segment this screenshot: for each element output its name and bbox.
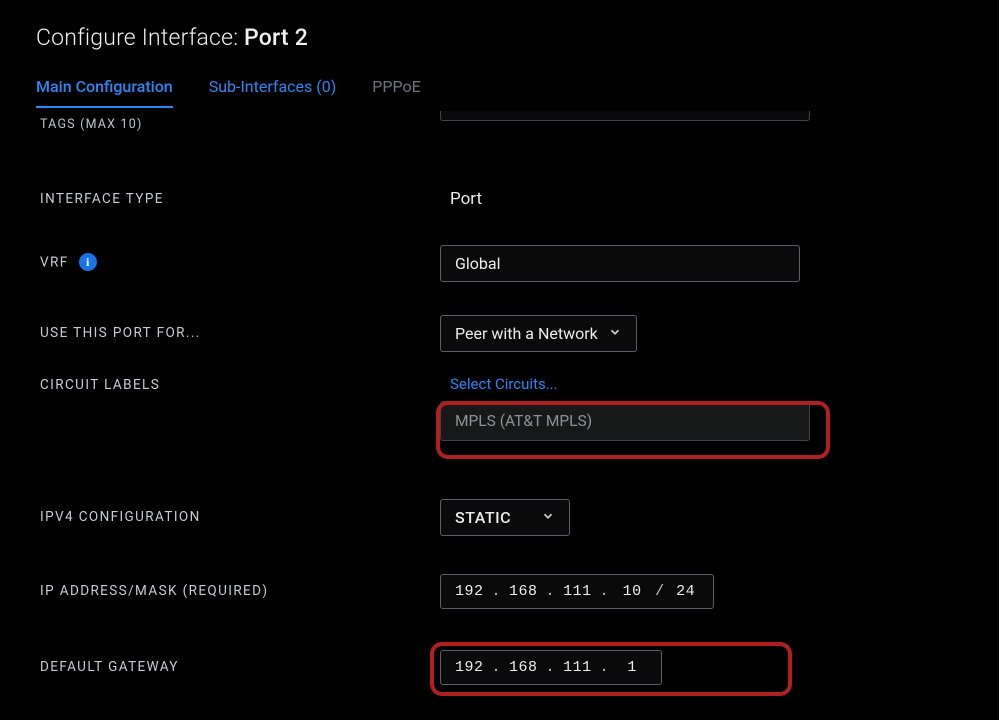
gw-octet-3[interactable]: 111: [563, 659, 592, 676]
ipv4-label: IPV4 CONFIGURATION: [40, 509, 440, 525]
ip-octet-2[interactable]: 168: [509, 583, 538, 600]
tab-pppoe[interactable]: PPPoE: [372, 77, 420, 108]
title-port: Port 2: [244, 24, 308, 51]
chevron-down-icon: [608, 324, 622, 343]
vrf-label: VRF i: [40, 254, 440, 272]
gw-octet-2[interactable]: 168: [509, 659, 538, 676]
ip-octet-4[interactable]: 10: [617, 583, 647, 600]
tabs: Main Configuration Sub-Interfaces (0) PP…: [36, 77, 963, 109]
page-title: Configure Interface: Port 2: [36, 24, 963, 51]
circuit-value[interactable]: MPLS (AT&T MPLS): [440, 401, 810, 441]
gw-input[interactable]: 192 . 168 . 111 . 1: [440, 650, 662, 685]
use-for-value: Peer with a Network: [455, 324, 598, 343]
tab-main[interactable]: Main Configuration: [36, 77, 173, 108]
title-prefix: Configure Interface:: [36, 24, 244, 51]
tab-sub-interfaces[interactable]: Sub-Interfaces (0): [209, 77, 337, 108]
ipv4-select[interactable]: STATIC: [440, 499, 570, 536]
ip-input[interactable]: 192 . 168 . 111 . 10 / 24: [440, 574, 714, 609]
gw-octet-1[interactable]: 192: [455, 659, 484, 676]
select-circuits-link[interactable]: Select Circuits...: [450, 375, 963, 393]
interface-type-label: INTERFACE TYPE: [40, 191, 440, 207]
tags-label: TAGS (MAX 10): [40, 117, 143, 132]
ip-mask[interactable]: 24: [673, 583, 699, 600]
vrf-select[interactable]: Global: [440, 245, 800, 282]
gw-octet-4[interactable]: 1: [617, 659, 647, 676]
tags-input[interactable]: [440, 111, 810, 121]
vrf-value: Global: [455, 254, 501, 273]
ip-label: IP ADDRESS/MASK (REQUIRED): [40, 583, 440, 599]
ip-octet-1[interactable]: 192: [455, 583, 484, 600]
ip-octet-3[interactable]: 111: [563, 583, 592, 600]
chevron-down-icon: [541, 508, 555, 527]
circuit-label: CIRCUIT LABELS: [40, 375, 440, 393]
interface-type-value: Port: [440, 189, 482, 209]
gw-label: DEFAULT GATEWAY: [40, 659, 440, 675]
use-for-select[interactable]: Peer with a Network: [440, 315, 637, 352]
use-for-label: USE THIS PORT FOR...: [40, 325, 440, 341]
ipv4-value: STATIC: [455, 508, 511, 527]
info-icon[interactable]: i: [79, 253, 97, 271]
